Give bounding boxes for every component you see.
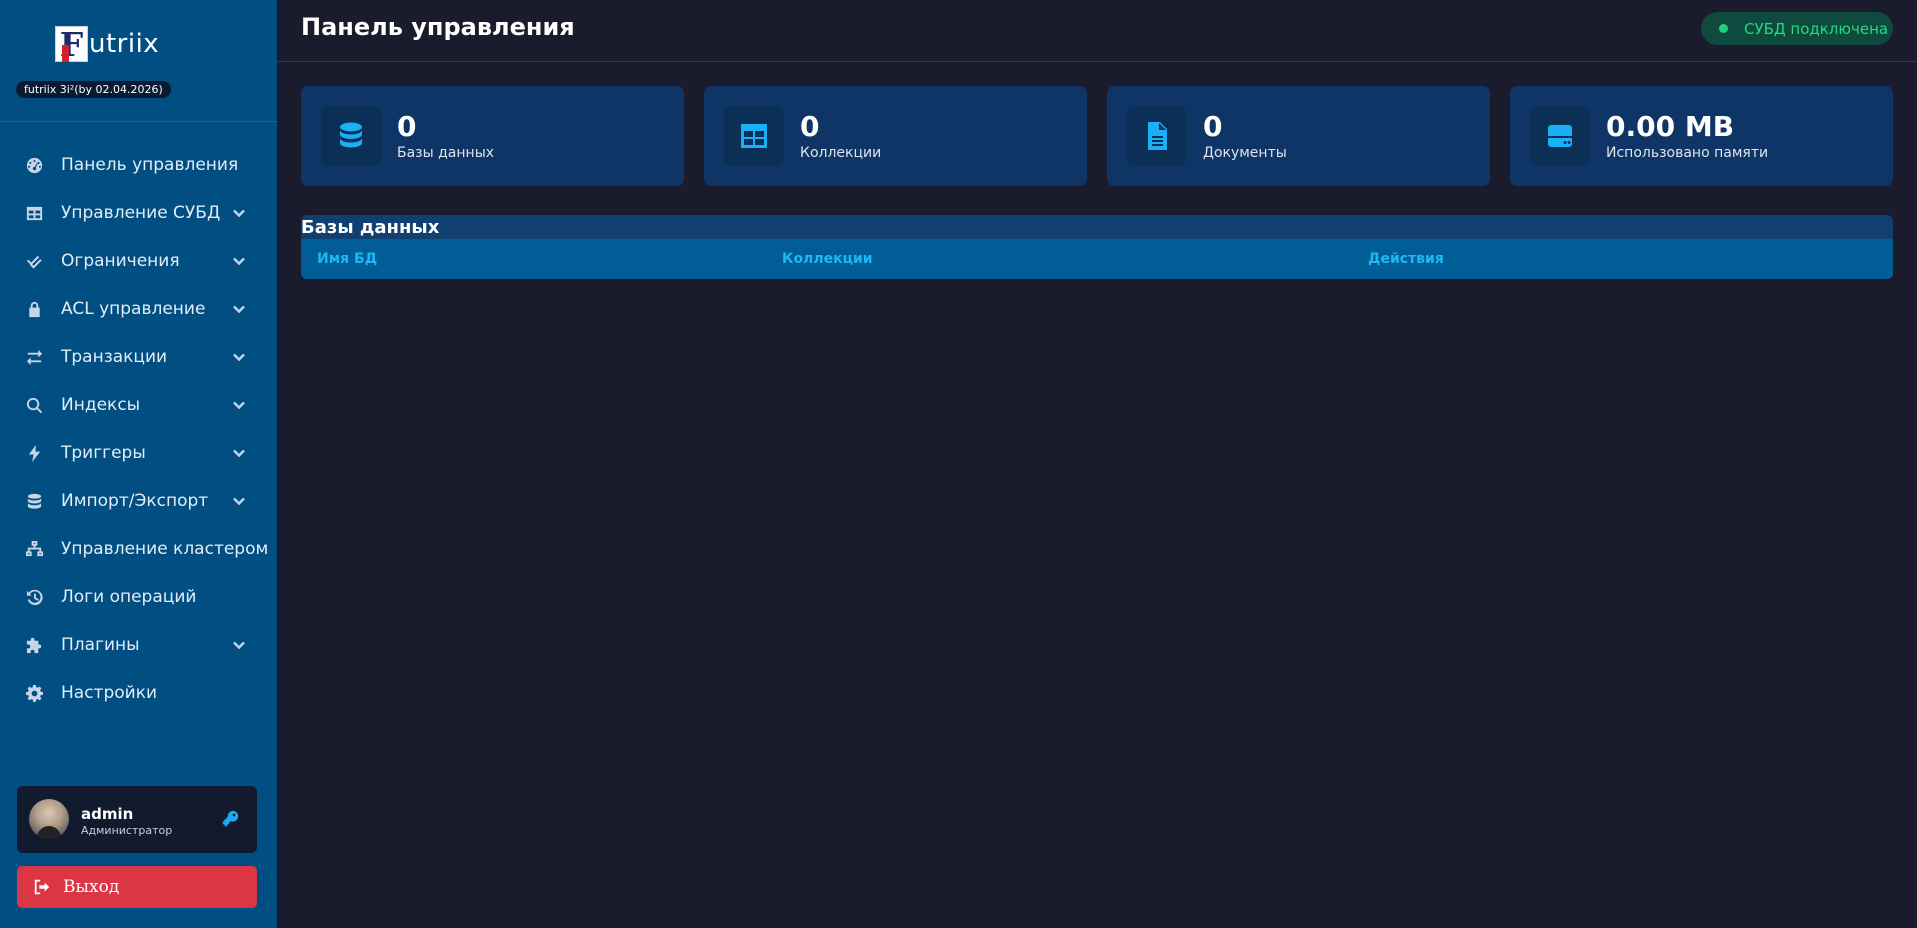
sidebar: F utriix futriix 3i²(by 02.04.2026) Пане… <box>0 0 277 928</box>
lock-icon <box>24 299 44 319</box>
page-title: Панель управления <box>301 13 575 41</box>
table-icon <box>24 203 44 223</box>
sidebar-item-label: Индексы <box>61 395 141 415</box>
stats-cards: 0 Базы данных 0 Коллекции 0 Документы 0.… <box>301 86 1893 186</box>
sidebar-item-settings[interactable]: Настройки <box>0 669 277 717</box>
topbar: Панель управления СУБД подключена <box>277 0 1917 62</box>
sidebar-item-triggers[interactable]: Триггеры <box>0 429 277 477</box>
sidebar-item-label: Триггеры <box>61 443 146 463</box>
sidebar-item-label: Управление СУБД <box>61 203 221 223</box>
chevron-down-icon[interactable] <box>231 397 247 413</box>
chevron-down-icon[interactable] <box>231 349 247 365</box>
stat-label: Коллекции <box>800 145 882 161</box>
sidebar-item-label: Управление кластером <box>61 539 269 559</box>
chevron-down-icon[interactable] <box>231 301 247 317</box>
chevron-down-icon[interactable] <box>231 205 247 221</box>
user-name: admin <box>81 805 134 823</box>
stat-card-documents: 0 Документы <box>1107 86 1490 186</box>
chevron-down-icon[interactable] <box>231 637 247 653</box>
check-double-icon <box>24 251 44 271</box>
logout-button[interactable]: Выход <box>17 866 257 908</box>
column-header-collections[interactable]: Коллекции <box>782 251 873 267</box>
logout-label: Выход <box>63 877 120 897</box>
stat-value: 0 <box>800 110 820 143</box>
sidebar-item-cluster[interactable]: Управление кластером <box>0 525 277 573</box>
sidebar-item-indexes[interactable]: Индексы <box>0 381 277 429</box>
stat-label: Использовано памяти <box>1606 145 1769 161</box>
key-icon[interactable] <box>221 810 239 828</box>
stat-value: 0 <box>1203 110 1223 143</box>
column-header-db-name[interactable]: Имя БД <box>317 251 377 267</box>
sidebar-item-label: Панель управления <box>61 155 239 175</box>
gear-icon <box>24 683 44 703</box>
puzzle-icon <box>24 635 44 655</box>
sidebar-item-label: Импорт/Экспорт <box>61 491 209 511</box>
stat-card-collections: 0 Коллекции <box>704 86 1087 186</box>
sidebar-item-label: Ограничения <box>61 251 180 271</box>
sidebar-item-label: Транзакции <box>61 347 168 367</box>
sidebar-nav: Панель управления Управление СУБД Ограни… <box>0 141 277 717</box>
database-icon <box>321 106 381 166</box>
brand: F utriix futriix 3i²(by 02.04.2026) <box>0 0 277 122</box>
databases-title: Базы данных <box>301 217 440 238</box>
database-icon <box>24 491 44 511</box>
user-card: admin Администратор <box>17 786 257 853</box>
sign-out-icon <box>33 878 51 896</box>
chevron-down-icon[interactable] <box>231 493 247 509</box>
sidebar-item-transactions[interactable]: Транзакции <box>0 333 277 381</box>
databases-panel: Базы данных Имя БД Коллекции Действия <box>301 215 1893 279</box>
logo-mark: F <box>55 26 88 62</box>
sidebar-item-label: ACL управление <box>61 299 206 319</box>
status-text: СУБД подключена <box>1744 19 1889 38</box>
sidebar-item-label: Настройки <box>61 683 158 703</box>
avatar[interactable] <box>29 799 69 839</box>
sidebar-item-import-export[interactable]: Импорт/Экспорт <box>0 477 277 525</box>
version-badge: futriix 3i²(by 02.04.2026) <box>16 81 171 98</box>
logo[interactable]: F utriix <box>55 26 159 62</box>
sidebar-item-dbms[interactable]: Управление СУБД <box>0 189 277 237</box>
dashboard-icon <box>24 155 44 175</box>
hdd-icon <box>1530 106 1590 166</box>
logo-text: utriix <box>89 29 160 59</box>
stat-value: 0 <box>397 110 417 143</box>
sidebar-item-logs[interactable]: Логи операций <box>0 573 277 621</box>
chevron-down-icon[interactable] <box>231 445 247 461</box>
status-badge: СУБД подключена <box>1701 12 1893 45</box>
bolt-icon <box>24 443 44 463</box>
search-icon <box>24 395 44 415</box>
history-icon <box>24 587 44 607</box>
stat-label: Базы данных <box>397 145 495 161</box>
sidebar-item-label: Плагины <box>61 635 140 655</box>
sidebar-item-acl[interactable]: ACL управление <box>0 285 277 333</box>
chevron-down-icon[interactable] <box>231 253 247 269</box>
sidebar-item-plugins[interactable]: Плагины <box>0 621 277 669</box>
exchange-icon <box>24 347 44 367</box>
sidebar-item-label: Логи операций <box>61 587 197 607</box>
user-role: Администратор <box>81 824 173 837</box>
stat-label: Документы <box>1203 145 1287 161</box>
databases-table-header: Имя БД Коллекции Действия <box>301 239 1893 279</box>
stat-value: 0.00 MB <box>1606 110 1735 143</box>
status-dot-icon <box>1719 24 1728 33</box>
stat-card-memory: 0.00 MB Использовано памяти <box>1510 86 1893 186</box>
stat-card-databases: 0 Базы данных <box>301 86 684 186</box>
sitemap-icon <box>24 539 44 559</box>
sidebar-item-dashboard[interactable]: Панель управления <box>0 141 277 189</box>
file-icon <box>1127 106 1187 166</box>
table-icon <box>724 106 784 166</box>
sidebar-item-constraints[interactable]: Ограничения <box>0 237 277 285</box>
column-header-actions[interactable]: Действия <box>1368 251 1444 267</box>
